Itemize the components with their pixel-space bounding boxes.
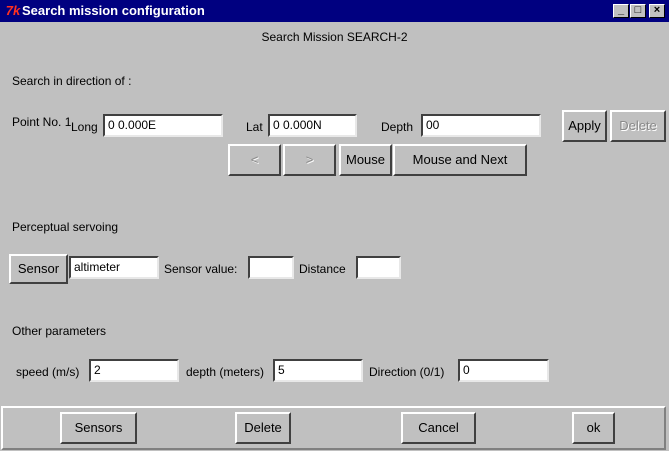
point-depth-input[interactable]: 00 — [421, 114, 541, 137]
maximize-icon: □ — [634, 4, 642, 16]
long-label: Long — [71, 120, 98, 134]
servoing-heading: Perceptual servoing — [12, 220, 119, 234]
direction-label: Direction (0/1) — [369, 365, 445, 379]
mouse-and-next-button[interactable]: Mouse and Next — [393, 144, 527, 176]
lat-label: Lat — [246, 120, 263, 134]
speed-label: speed (m/s) — [16, 365, 80, 379]
sensor-value-input[interactable] — [248, 256, 294, 279]
lat-input[interactable]: 0 0.000N — [268, 114, 357, 137]
depth-label: Depth — [381, 120, 414, 134]
chevron-right-icon: > — [305, 152, 314, 167]
speed-input[interactable]: 2 — [89, 359, 179, 382]
minimize-button[interactable]: _ — [613, 4, 629, 18]
delete-point-button[interactable]: Delete — [610, 110, 666, 142]
apply-button[interactable]: Apply — [562, 110, 607, 142]
title-bar[interactable]: 7k Search mission configuration _ □ × — [0, 0, 669, 22]
direction-input[interactable]: 0 — [458, 359, 549, 382]
mouse-button[interactable]: Mouse — [339, 144, 392, 176]
delete-button[interactable]: Delete — [235, 412, 291, 444]
sensor-input[interactable]: altimeter — [69, 256, 159, 279]
mission-title: Search Mission SEARCH-2 — [261, 30, 408, 44]
long-input[interactable]: 0 0.000E — [103, 114, 223, 137]
maximize-button[interactable]: □ — [630, 4, 646, 18]
distance-label: Distance — [299, 262, 346, 276]
depth-meters-input[interactable]: 5 — [273, 359, 363, 382]
other-parameters-heading: Other parameters — [12, 324, 107, 338]
minimize-icon: _ — [617, 4, 625, 16]
distance-input[interactable] — [356, 256, 401, 279]
sensor-value-label: Sensor value: — [164, 262, 238, 276]
search-mission-window: 7k Search mission configuration _ □ × Se… — [0, 0, 669, 451]
ok-button[interactable]: ok — [572, 412, 615, 444]
next-point-button[interactable]: > — [283, 144, 336, 176]
point-label: Point No. 1 — [12, 115, 72, 129]
cancel-button[interactable]: Cancel — [401, 412, 476, 444]
sensors-button[interactable]: Sensors — [60, 412, 137, 444]
depth-meters-label: depth (meters) — [186, 365, 265, 379]
direction-heading: Search in direction of : — [12, 74, 132, 88]
tk-feather-icon: 7k — [5, 3, 21, 18]
sensor-button[interactable]: Sensor — [9, 254, 68, 284]
window-title: Search mission configuration — [22, 3, 205, 18]
previous-point-button[interactable]: < — [228, 144, 281, 176]
chevron-left-icon: < — [250, 152, 259, 167]
close-button[interactable]: × — [649, 4, 665, 18]
close-icon: × — [653, 4, 661, 16]
